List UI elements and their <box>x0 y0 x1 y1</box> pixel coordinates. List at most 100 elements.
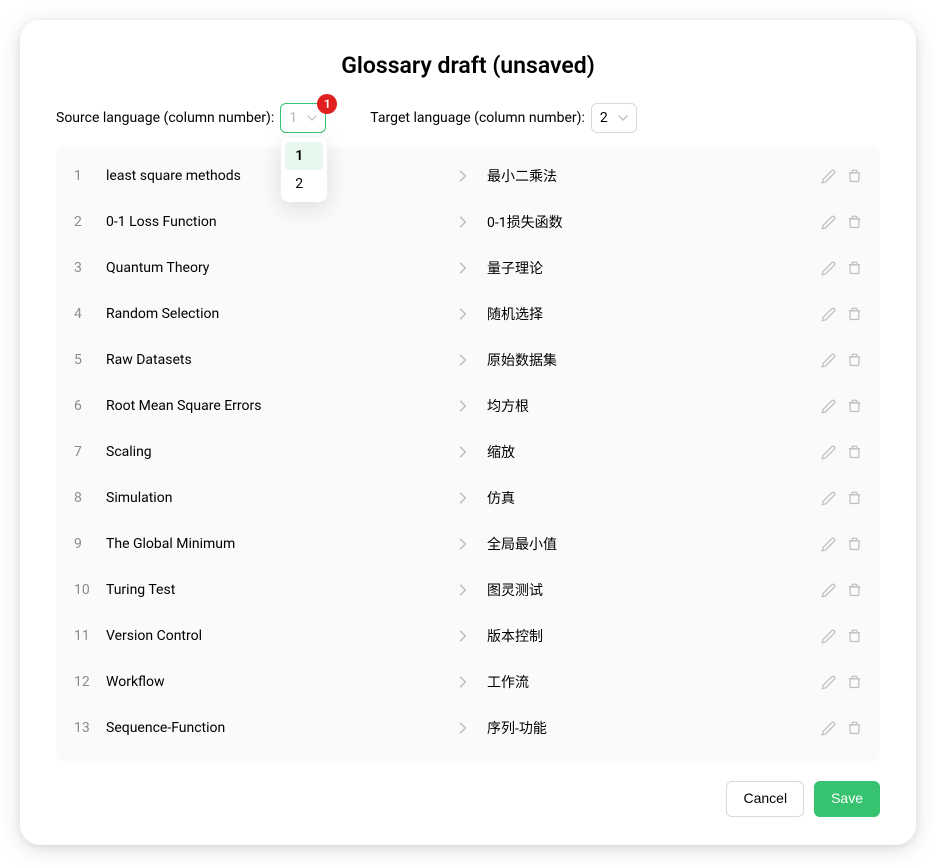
edit-icon[interactable] <box>820 628 836 644</box>
chevron-right-icon <box>447 308 479 320</box>
delete-icon[interactable] <box>846 628 862 644</box>
chevron-down-icon <box>307 113 317 123</box>
chevron-right-icon <box>447 676 479 688</box>
chevron-right-icon <box>447 492 479 504</box>
row-actions <box>820 720 862 736</box>
edit-icon[interactable] <box>820 306 836 322</box>
delete-icon[interactable] <box>846 490 862 506</box>
source-term: 0-1 Loss Function <box>106 214 447 230</box>
delete-icon[interactable] <box>846 168 862 184</box>
delete-icon[interactable] <box>846 720 862 736</box>
target-term: 均方根 <box>479 396 820 416</box>
target-term: 最小二乘法 <box>479 166 820 186</box>
edit-icon[interactable] <box>820 214 836 230</box>
chevron-right-icon <box>447 722 479 734</box>
edit-icon[interactable] <box>820 444 836 460</box>
source-term: Quantum Theory <box>106 260 447 276</box>
modal-footer: Cancel Save <box>56 781 880 817</box>
delete-icon[interactable] <box>846 536 862 552</box>
row-actions <box>820 168 862 184</box>
target-language-label: Target language (column number): <box>370 110 585 126</box>
target-term: 工作流 <box>479 672 820 692</box>
delete-icon[interactable] <box>846 306 862 322</box>
target-term: 序列-功能 <box>479 718 820 738</box>
row-actions <box>820 306 862 322</box>
row-actions <box>820 490 862 506</box>
source-term: Scaling <box>106 444 447 460</box>
row-actions <box>820 444 862 460</box>
edit-icon[interactable] <box>820 490 836 506</box>
glossary-modal: Glossary draft (unsaved) Source language… <box>20 20 916 845</box>
row-number: 10 <box>74 582 106 598</box>
edit-icon[interactable] <box>820 260 836 276</box>
row-number: 4 <box>74 306 106 322</box>
source-term: Root Mean Square Errors <box>106 398 447 414</box>
target-term: 原始数据集 <box>479 350 820 370</box>
chevron-right-icon <box>447 446 479 458</box>
row-actions <box>820 214 862 230</box>
source-term: least square methods <box>106 168 447 184</box>
source-term: Sequence-Function <box>106 720 447 736</box>
target-term: 全局最小值 <box>479 534 820 554</box>
table-row: 3 Quantum Theory 量子理论 <box>70 245 866 291</box>
table-row: 2 0-1 Loss Function 0-1损失函数 <box>70 199 866 245</box>
delete-icon[interactable] <box>846 582 862 598</box>
edit-icon[interactable] <box>820 582 836 598</box>
edit-icon[interactable] <box>820 674 836 690</box>
glossary-table: 1 least square methods 最小二乘法 2 0-1 Loss … <box>56 147 880 761</box>
row-number: 5 <box>74 352 106 368</box>
target-language-select[interactable]: 2 <box>591 103 637 133</box>
source-term: Raw Datasets <box>106 352 447 368</box>
row-actions <box>820 398 862 414</box>
target-term: 版本控制 <box>479 626 820 646</box>
table-row: 7 Scaling 缩放 <box>70 429 866 475</box>
row-actions <box>820 352 862 368</box>
delete-icon[interactable] <box>846 214 862 230</box>
edit-icon[interactable] <box>820 398 836 414</box>
target-term: 量子理论 <box>479 258 820 278</box>
delete-icon[interactable] <box>846 398 862 414</box>
table-row: 8 Simulation 仿真 <box>70 475 866 521</box>
delete-icon[interactable] <box>846 352 862 368</box>
dropdown-option-1[interactable]: 1 <box>285 142 323 170</box>
target-language-group: Target language (column number): 2 <box>370 103 637 133</box>
source-term: The Global Minimum <box>106 536 447 552</box>
edit-icon[interactable] <box>820 720 836 736</box>
table-row: 11 Version Control 版本控制 <box>70 613 866 659</box>
row-number: 11 <box>74 628 106 644</box>
save-button[interactable]: Save <box>814 781 880 817</box>
chevron-right-icon <box>447 262 479 274</box>
edit-icon[interactable] <box>820 168 836 184</box>
row-number: 7 <box>74 444 106 460</box>
table-row: 12 Workflow 工作流 <box>70 659 866 705</box>
page-title: Glossary draft (unsaved) <box>56 52 880 79</box>
dropdown-option-2[interactable]: 2 <box>285 170 323 198</box>
table-row: 10 Turing Test 图灵测试 <box>70 567 866 613</box>
table-row: 13 Sequence-Function 序列-功能 <box>70 705 866 751</box>
table-row: 4 Random Selection 随机选择 <box>70 291 866 337</box>
delete-icon[interactable] <box>846 260 862 276</box>
row-actions <box>820 260 862 276</box>
target-term: 图灵测试 <box>479 580 820 600</box>
table-row: 9 The Global Minimum 全局最小值 <box>70 521 866 567</box>
row-number: 8 <box>74 490 106 506</box>
target-term: 仿真 <box>479 488 820 508</box>
row-actions <box>820 582 862 598</box>
chevron-right-icon <box>447 630 479 642</box>
notification-badge: 1 <box>317 94 337 114</box>
row-number: 9 <box>74 536 106 552</box>
cancel-button[interactable]: Cancel <box>726 781 804 817</box>
edit-icon[interactable] <box>820 536 836 552</box>
edit-icon[interactable] <box>820 352 836 368</box>
row-number: 3 <box>74 260 106 276</box>
target-term: 0-1损失函数 <box>479 212 820 232</box>
source-language-group: Source language (column number): 1 1 1 2 <box>56 103 326 133</box>
source-language-value: 1 <box>289 110 297 126</box>
chevron-right-icon <box>447 216 479 228</box>
table-row: 1 least square methods 最小二乘法 <box>70 153 866 199</box>
source-language-select[interactable]: 1 1 1 2 <box>280 103 326 133</box>
chevron-right-icon <box>447 354 479 366</box>
source-language-dropdown: 1 2 <box>281 138 327 202</box>
delete-icon[interactable] <box>846 444 862 460</box>
delete-icon[interactable] <box>846 674 862 690</box>
